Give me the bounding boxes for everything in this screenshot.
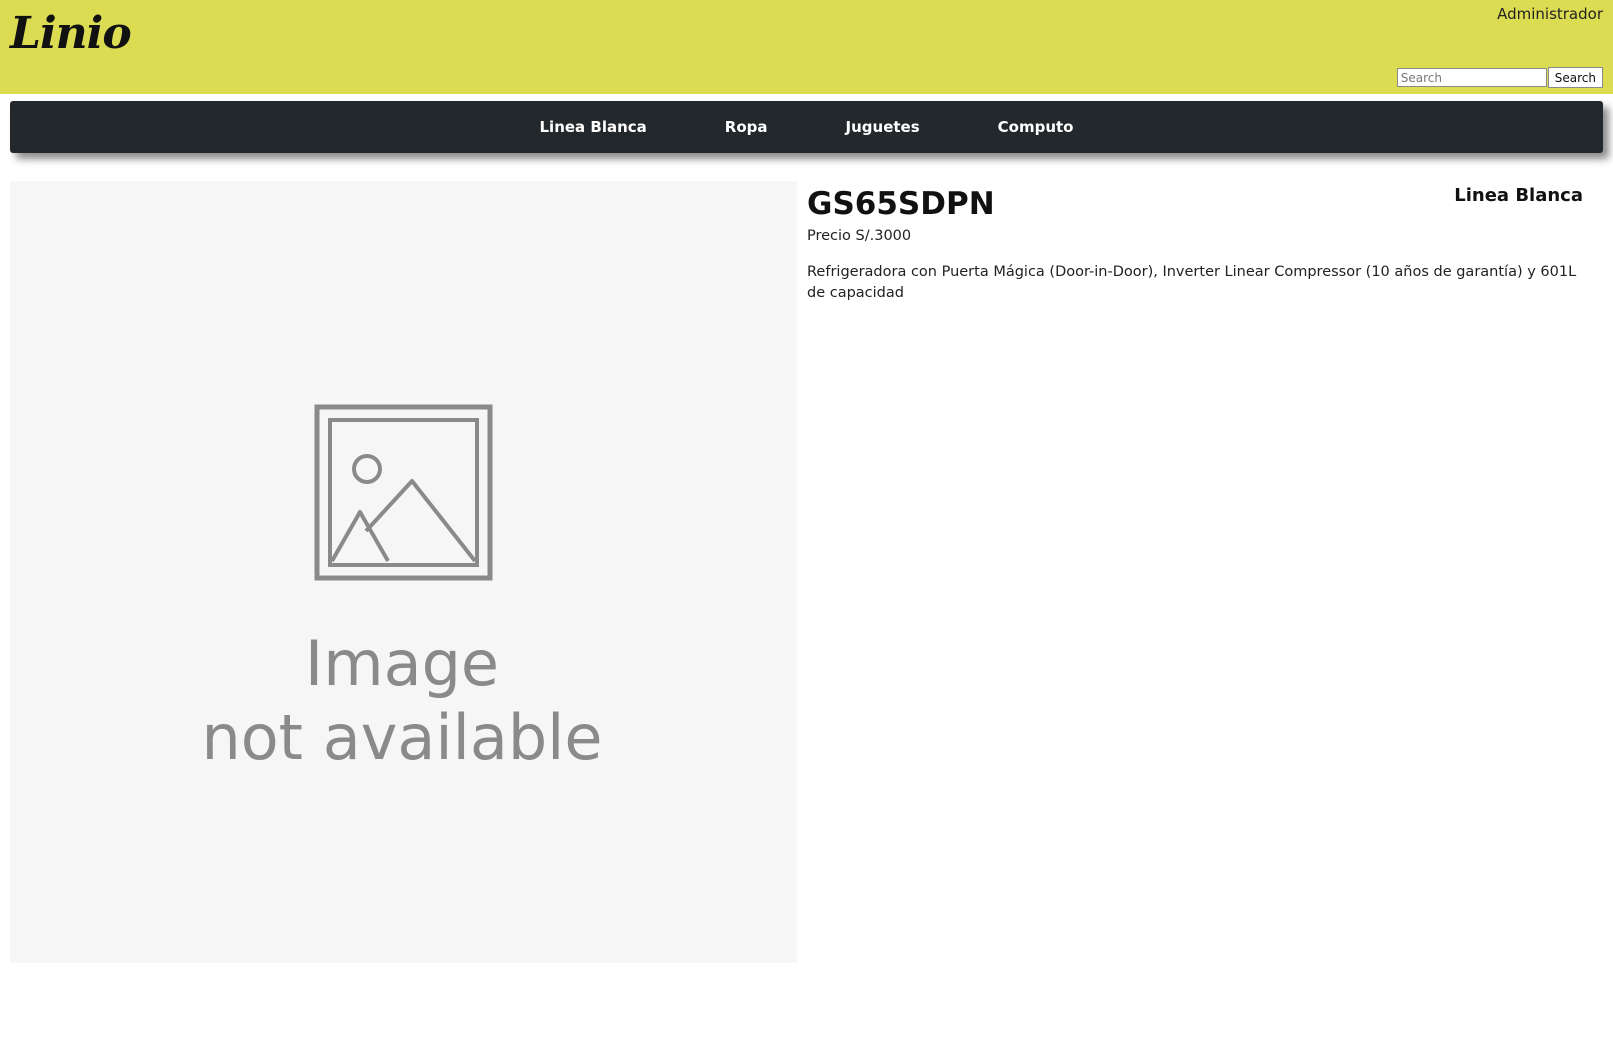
- nav-item-computo[interactable]: Computo: [998, 118, 1074, 136]
- nav-item-ropa[interactable]: Ropa: [725, 118, 768, 136]
- linio-logo[interactable]: Linio: [10, 12, 132, 56]
- product-image: Image not available: [10, 181, 797, 963]
- product-price: Precio S/.3000: [807, 228, 912, 244]
- product-info: GS65SDPN Linea Blanca Precio S/.3000 Ref…: [807, 181, 1593, 304]
- nav-item-juguetes[interactable]: Juguetes: [846, 118, 920, 136]
- search-form: Search: [1396, 67, 1603, 89]
- nav-item-linea-blanca[interactable]: Linea Blanca: [540, 118, 647, 136]
- user-label[interactable]: Administrador: [1497, 5, 1603, 23]
- header: Linio Administrador Search: [0, 0, 1613, 94]
- search-input[interactable]: [1396, 68, 1547, 87]
- product-category: Linea Blanca: [1454, 185, 1583, 206]
- image-unavailable-line2: not available: [201, 701, 602, 774]
- image-unavailable-line1: Image: [305, 627, 499, 700]
- category-navbar: Linea Blanca Ropa Juguetes Computo: [10, 101, 1603, 153]
- search-button[interactable]: Search: [1547, 67, 1603, 88]
- image-placeholder-icon: [314, 404, 493, 581]
- product-description: Refrigeradora con Puerta Mágica (Door-in…: [807, 264, 1577, 301]
